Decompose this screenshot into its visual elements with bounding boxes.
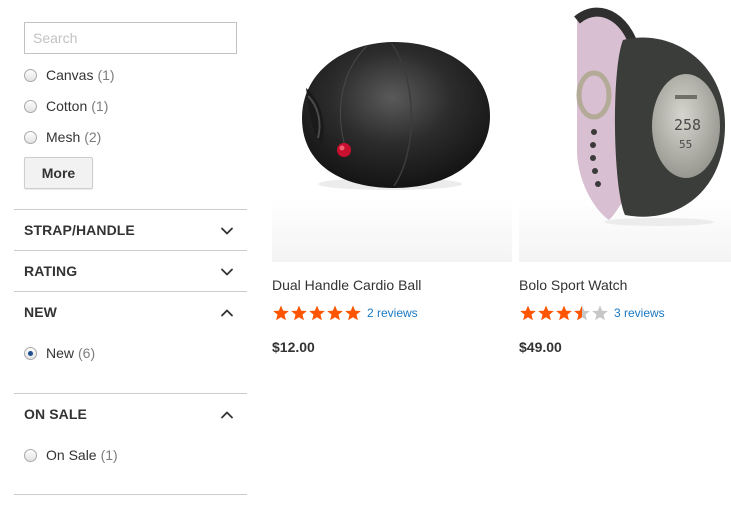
filter-sidebar: Canvas (1) Cotton (1) Mesh (2) More STRA… [14, 0, 247, 511]
product-image-bolo-watch[interactable]: 258 55 [519, 0, 731, 262]
filter-option-canvas[interactable]: Canvas (1) [24, 65, 115, 85]
option-count: (1) [91, 98, 109, 114]
radio-button[interactable] [24, 99, 37, 113]
star-icon [309, 305, 325, 321]
more-button[interactable]: More [24, 157, 93, 189]
product-price: $12.00 [272, 339, 315, 355]
chevron-down-icon[interactable] [220, 265, 234, 279]
radio-button-checked[interactable] [24, 346, 37, 360]
chevron-up-icon[interactable] [220, 306, 234, 320]
divider [14, 209, 247, 210]
divider [14, 494, 247, 495]
radio-button[interactable] [24, 130, 37, 144]
cardio-ball-image [302, 42, 490, 190]
filter-option-cotton[interactable]: Cotton (1) [24, 96, 108, 116]
filter-option-new[interactable]: New (6) [24, 343, 95, 363]
star-icon [520, 305, 536, 321]
star-icon [291, 305, 307, 321]
reviews-link[interactable]: 2 reviews [367, 306, 418, 320]
filter-option-mesh[interactable]: Mesh (2) [24, 127, 101, 147]
option-count: (1) [100, 447, 118, 463]
radio-button[interactable] [24, 68, 37, 82]
rating-stars [519, 305, 609, 321]
section-title-strap-handle[interactable]: STRAP/HANDLE [24, 222, 135, 238]
product-price: $49.00 [519, 339, 562, 355]
section-title-new[interactable]: NEW [24, 304, 57, 320]
product-name-cardio-ball[interactable]: Dual Handle Cardio Ball [272, 277, 421, 293]
divider [14, 291, 247, 292]
svg-text:258: 258 [674, 116, 701, 134]
option-count: (6) [78, 345, 96, 361]
option-label: On Sale [46, 447, 97, 463]
product-name-bolo-watch[interactable]: Bolo Sport Watch [519, 277, 627, 293]
section-title-on-sale[interactable]: ON SALE [24, 406, 87, 422]
radio-button[interactable] [24, 448, 37, 462]
divider [14, 250, 247, 251]
option-label: Canvas [46, 67, 94, 83]
option-label: Mesh [46, 129, 81, 145]
divider [14, 393, 247, 394]
star-icon [556, 305, 572, 321]
chevron-up-icon[interactable] [220, 408, 234, 422]
section-title-rating[interactable]: RATING [24, 263, 77, 279]
rating-stars [272, 305, 362, 321]
search-input[interactable] [24, 22, 237, 54]
option-count: (1) [97, 67, 115, 83]
svg-text:55: 55 [679, 138, 692, 151]
star-icon [327, 305, 343, 321]
star-empty-icon [592, 305, 608, 321]
filter-option-on-sale[interactable]: On Sale (1) [24, 445, 118, 465]
sport-watch-image: 258 55 [574, 7, 725, 226]
star-icon [538, 305, 554, 321]
star-icon [345, 305, 361, 321]
option-label: New [46, 345, 75, 361]
chevron-down-icon[interactable] [220, 224, 234, 238]
option-count: (2) [84, 129, 102, 145]
product-image-cardio-ball[interactable] [272, 0, 512, 262]
star-half-icon [574, 305, 590, 321]
option-label: Cotton [46, 98, 88, 114]
star-icon [273, 305, 289, 321]
reviews-link[interactable]: 3 reviews [614, 306, 665, 320]
